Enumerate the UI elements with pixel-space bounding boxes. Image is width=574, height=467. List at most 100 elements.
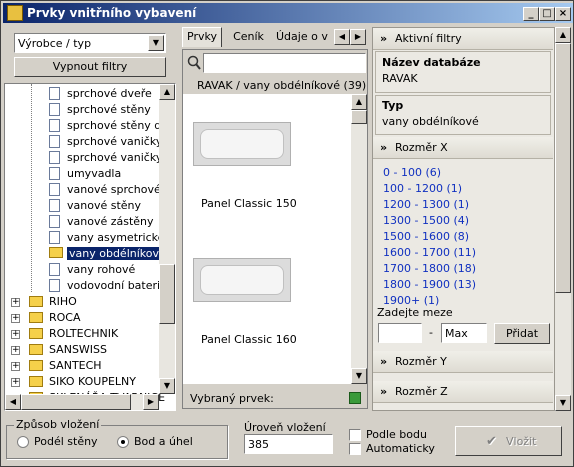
tree-folder[interactable]: + RIHO: [11, 294, 161, 310]
item-name[interactable]: Panel Classic 160: [201, 333, 297, 346]
tree-folder[interactable]: + ROCA: [11, 310, 161, 326]
tree-item-label: vany obdélníkové: [67, 247, 168, 260]
insert-level-input[interactable]: 385: [244, 434, 333, 454]
size-range-link[interactable]: 1200 - 1300 (1): [383, 198, 469, 211]
tree-item-label: vanové zástěny: [67, 215, 154, 228]
active-filters-label: Aktivní filtry: [395, 32, 462, 45]
tree-item[interactable]: vanové sprchové d: [49, 182, 171, 198]
filters-vscrollbar[interactable]: ▲ ▼: [555, 27, 571, 411]
tree-item[interactable]: sprchové vaničky: [49, 134, 163, 150]
document-icon: [49, 215, 60, 228]
radio-along-wall[interactable]: [17, 436, 29, 448]
tree-item[interactable]: vany rohové: [49, 262, 159, 278]
tree-item[interactable]: vodovodní baterie: [49, 278, 167, 294]
tree-item-label: vanové stěny: [67, 199, 142, 212]
min-input[interactable]: [378, 323, 422, 343]
items-list[interactable]: Panel Classic 150 Panel Classic 160: [183, 94, 351, 384]
scroll-down-icon[interactable]: ▼: [555, 395, 571, 411]
tree-item[interactable]: vany obdélníkové: [49, 246, 168, 262]
reset-filters-button[interactable]: Vypnout filtry: [14, 57, 166, 77]
expand-icon[interactable]: +: [11, 378, 20, 387]
scroll-up-icon[interactable]: ▲: [159, 84, 175, 100]
chevron-down-icon[interactable]: ▼: [148, 35, 164, 51]
tab-items[interactable]: Prvky: [182, 27, 222, 47]
size-range-link[interactable]: 1800 - 1900 (13): [383, 278, 476, 291]
tree-hscrollbar[interactable]: ◀ ▶: [5, 394, 159, 410]
checkbox-automatic[interactable]: [349, 443, 361, 455]
expand-icon[interactable]: +: [11, 314, 20, 323]
tree-item[interactable]: sprchové stěny děli: [49, 118, 174, 134]
tree-item[interactable]: sprchové stěny: [49, 102, 159, 118]
expand-icon[interactable]: +: [11, 362, 20, 371]
tree-folder-label: SANTECH: [49, 359, 102, 372]
hscroll-thumb[interactable]: [21, 394, 131, 410]
tree-folder-label: SANSWISS: [49, 343, 108, 356]
document-icon: [49, 263, 60, 276]
size-range-link[interactable]: 1500 - 1600 (8): [383, 230, 469, 243]
tree-item[interactable]: sprchové dveře: [49, 86, 159, 102]
size-y-header[interactable]: » Rozměr Y: [373, 351, 553, 373]
tab-strip: Prvky Ceník Údaje o v ◀ ▶: [182, 27, 370, 49]
folder-icon: [29, 328, 43, 339]
size-range-link[interactable]: 100 - 1200 (1): [383, 182, 462, 195]
tree-item[interactable]: vanové zástěny: [49, 214, 159, 230]
scroll-thumb[interactable]: [555, 43, 571, 293]
close-button[interactable]: ×: [555, 7, 571, 21]
category-tree[interactable]: sprchové dveře sprchové stěny sprchové stě…: [4, 83, 176, 411]
tree-folder-label: RIHO: [49, 295, 77, 308]
items-vscrollbar[interactable]: ▲ ▼: [351, 94, 367, 384]
tree-folder[interactable]: + SIKO KOUPELNY: [11, 374, 161, 390]
scroll-up-icon[interactable]: ▲: [351, 94, 367, 110]
tree-folder-label: ROCA: [49, 311, 81, 324]
tab-pricelist[interactable]: Ceník: [226, 30, 271, 43]
active-filters-header[interactable]: » Aktivní filtry: [373, 28, 553, 50]
insert-mode-title: Způsob vložení: [14, 418, 102, 431]
tree-item[interactable]: vany asymetrické: [49, 230, 164, 246]
tab-details[interactable]: Údaje o v: [276, 30, 336, 43]
tab-next-icon[interactable]: ▶: [350, 29, 366, 45]
size-range-link[interactable]: 1300 - 1500 (4): [383, 214, 469, 227]
insert-mode-group: Způsob vložení Podél stěny Bod a úhel: [6, 418, 228, 459]
radio-point-angle[interactable]: [117, 436, 129, 448]
tree-folder[interactable]: + ROLTECHNIK: [11, 326, 161, 342]
tree-vscrollbar[interactable]: ▲ ▼: [159, 84, 175, 394]
size-x-header[interactable]: » Rozměr X: [373, 137, 553, 159]
item-name[interactable]: Panel Classic 150: [201, 197, 297, 210]
tree-item-label: sprchové vaničky: [67, 135, 163, 148]
add-button[interactable]: Přidat: [494, 323, 550, 344]
max-input[interactable]: Max: [441, 323, 487, 343]
maximize-button[interactable]: □: [539, 7, 555, 21]
size-range-link[interactable]: 1600 - 1700 (11): [383, 246, 476, 259]
scroll-up-icon[interactable]: ▲: [555, 27, 571, 43]
scroll-thumb[interactable]: [159, 264, 175, 324]
size-z-header[interactable]: » Rozměr Z: [373, 381, 553, 403]
item-thumbnail[interactable]: [193, 258, 291, 302]
scroll-down-icon[interactable]: ▼: [159, 378, 175, 394]
export-icon[interactable]: [349, 392, 361, 404]
filter-select[interactable]: Výrobce / typ ▼: [14, 33, 166, 53]
title-bar: Prvky vnitřního vybavení _ □ ×: [3, 3, 573, 23]
scroll-thumb[interactable]: [351, 110, 367, 124]
items-panel: RAVAK / vany obdélníkové (39) Panel Clas…: [182, 49, 368, 409]
tree-item[interactable]: vanové stěny: [49, 198, 159, 214]
minimize-button[interactable]: _: [523, 7, 539, 21]
size-range-link[interactable]: 1700 - 1800 (18): [383, 262, 476, 275]
tab-prev-icon[interactable]: ◀: [334, 29, 350, 45]
tree-item[interactable]: umyvadla: [49, 166, 159, 182]
expand-icon[interactable]: +: [11, 346, 20, 355]
tree-item[interactable]: sprchové vaničky s: [49, 150, 172, 166]
scroll-down-icon[interactable]: ▼: [351, 368, 367, 384]
search-input[interactable]: [203, 53, 366, 73]
size-x-label: Rozměr X: [395, 141, 448, 154]
insert-button[interactable]: ✔ Vložit: [455, 426, 562, 456]
scroll-right-icon[interactable]: ▶: [143, 394, 159, 410]
size-range-link[interactable]: 0 - 100 (6): [383, 166, 441, 179]
tree-folder[interactable]: + SANTECH: [11, 358, 161, 374]
items-header: RAVAK / vany obdélníkové (39): [197, 79, 367, 92]
tree-folder[interactable]: + SANSWISS: [11, 342, 161, 358]
expand-icon[interactable]: +: [11, 298, 20, 307]
scroll-left-icon[interactable]: ◀: [5, 394, 21, 410]
checkbox-by-point[interactable]: [349, 429, 361, 441]
item-thumbnail[interactable]: [193, 122, 291, 166]
expand-icon[interactable]: +: [11, 330, 20, 339]
